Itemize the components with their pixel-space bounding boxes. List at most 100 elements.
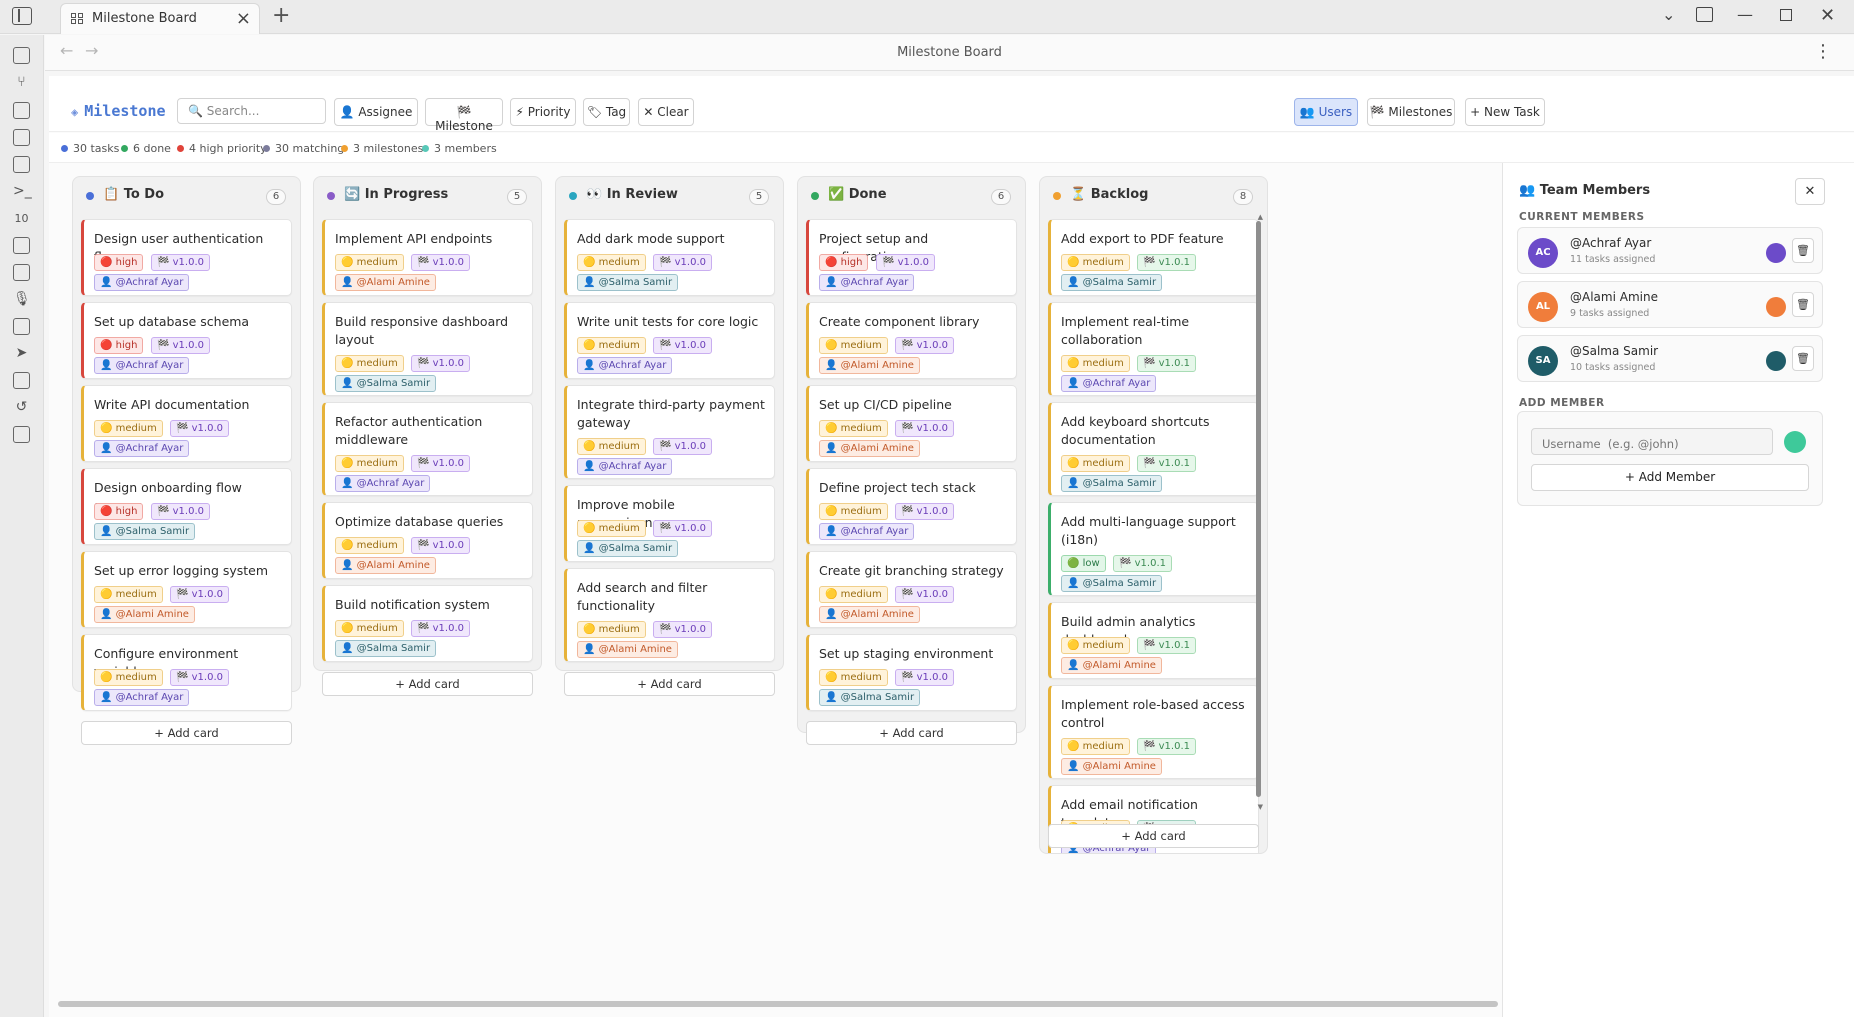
stat-label: 30 matching (275, 142, 345, 155)
maximize-icon[interactable] (1780, 9, 1792, 21)
layout-icon[interactable] (13, 318, 30, 335)
scroll-up-icon[interactable]: ▲ (1258, 213, 1263, 221)
assignee-filter-button[interactable]: 👤 Assignee (334, 98, 418, 126)
column-scrollbar[interactable] (1256, 221, 1261, 797)
assignee-tag: 👤 @Salma Samir (335, 375, 437, 392)
milestone-filter-button[interactable]: 🏁 Milestone (425, 98, 503, 133)
add-card-button[interactable]: + Add card (806, 721, 1017, 745)
microphone-icon[interactable]: 🎙 (13, 291, 31, 308)
task-card[interactable]: Build notification system 🟡 medium 🏁 v1.0.… (322, 585, 533, 662)
document-icon[interactable] (13, 47, 30, 64)
tab-close-icon[interactable]: × (236, 8, 251, 29)
task-card[interactable]: Set up CI/CD pipeline 🟡 medium 🏁 v1.0.0 👤 @… (806, 385, 1017, 462)
task-card[interactable]: Add keyboard shortcuts documentation 🟡 me… (1048, 402, 1259, 496)
users-toggle-button[interactable]: 👥 Users (1294, 98, 1358, 126)
graph-icon[interactable]: ⑂ (13, 74, 30, 91)
milestone-tag-label: v1.0.0 (674, 441, 707, 452)
history-icon[interactable]: ↺ (13, 399, 30, 416)
delete-member-button[interactable]: 🗑 (1792, 238, 1814, 263)
scroll-down-icon[interactable]: ▼ (1258, 803, 1263, 811)
chevron-down-icon[interactable]: ⌄ (1662, 5, 1675, 24)
task-card[interactable]: Set up database schema 🔴 high 🏁 v1.0.0 👤 @A… (81, 302, 292, 379)
priority-tag: 🟡 medium (577, 254, 646, 271)
milestones-toggle-button[interactable]: 🏁 Milestones (1367, 98, 1455, 126)
task-card[interactable]: Configure environment variables🟡 medium🏁… (81, 634, 292, 711)
column-title: 👀 In Review (586, 187, 678, 202)
member-color-swatch[interactable] (1766, 297, 1786, 317)
task-card[interactable]: Set up staging environment 🟡 medium 🏁 v1.0… (806, 634, 1017, 711)
grid-icon[interactable] (13, 102, 30, 119)
new-task-button[interactable]: + New Task (1465, 98, 1545, 126)
priority-tag: 🟡 medium (819, 503, 888, 520)
task-card[interactable]: Improve mobile responsiveness🟡 medium🏁 v… (564, 485, 775, 562)
task-card[interactable]: Add dark mode support 🟡 medium 🏁 v1.0.0 👤 @… (564, 219, 775, 296)
task-card[interactable]: Create component library 🟡 medium 🏁 v1.0.0… (806, 302, 1017, 379)
task-card[interactable]: Write API documentation 🟡 medium 🏁 v1.0.0 👤… (81, 385, 292, 462)
flag-icon: 🏁 (901, 423, 917, 434)
add-card-button[interactable]: + Add card (322, 672, 533, 696)
username-input[interactable] (1531, 428, 1773, 455)
terminal-icon[interactable]: >_ (13, 183, 32, 200)
stat-item: 6 done (121, 142, 171, 155)
tag-filter-button[interactable]: 🏷 Tag (583, 98, 630, 126)
checklist-icon[interactable] (13, 372, 30, 389)
milestone-tag: 🏁 v1.0.0 (653, 337, 713, 354)
stat-item: 3 milestones (341, 142, 423, 155)
list-icon[interactable] (13, 237, 30, 254)
task-card[interactable]: Create git branching strategy 🟡 medium 🏁 v… (806, 551, 1017, 628)
member-color-swatch[interactable] (1766, 351, 1786, 371)
priority-tag-label: medium (115, 672, 157, 683)
task-card[interactable]: Add export to PDF feature 🟡 medium 🏁 v1.0.… (1048, 219, 1259, 296)
user-icon: 👤 (1067, 660, 1083, 671)
priority-filter-button[interactable]: ⚡ Priority (510, 98, 576, 126)
task-card[interactable]: Project setup and configuration🔴 high🏁 v… (806, 219, 1017, 296)
browser-tab[interactable]: Milestone Board × (60, 3, 260, 34)
flag-icon: 🏁 (1143, 358, 1159, 369)
image-icon[interactable] (13, 264, 30, 281)
apps-icon[interactable] (13, 426, 30, 443)
clear-filters-button[interactable]: ✕ Clear (638, 98, 694, 126)
delete-member-button[interactable]: 🗑 (1792, 346, 1814, 371)
more-options-icon[interactable]: ⋮ (1814, 41, 1832, 62)
new-tab-icon[interactable]: + (272, 3, 290, 28)
close-panel-button[interactable]: ✕ (1795, 178, 1825, 205)
horizontal-scrollbar[interactable] (58, 1001, 1498, 1007)
priority-tag: 🟡 medium (335, 254, 404, 271)
stat-dot (263, 145, 270, 152)
sidebar-toggle-icon[interactable] (12, 7, 32, 25)
task-card[interactable]: Implement role-based access control 🟡 med… (1048, 685, 1259, 779)
task-card[interactable]: Build admin analytics dashboard🟡 medium🏁… (1048, 602, 1259, 679)
search-input[interactable]: 🔍 Search... (177, 98, 326, 124)
add-card-button[interactable]: + Add card (564, 672, 775, 696)
minimize-icon[interactable]: — (1737, 5, 1753, 24)
delete-member-button[interactable]: 🗑 (1792, 292, 1814, 317)
window-close-icon[interactable]: ✕ (1820, 5, 1835, 26)
send-icon[interactable]: ➤ (13, 345, 30, 362)
add-card-button[interactable]: + Add card (1048, 824, 1259, 848)
priority-tag: 🟡 medium (1061, 355, 1130, 372)
task-card[interactable]: Implement API endpoints 🟡 medium 🏁 v1.0.0 👤… (322, 219, 533, 296)
task-card[interactable]: Refactor authentication middleware 🟡 medi… (322, 402, 533, 496)
files-icon[interactable] (13, 156, 30, 173)
task-card[interactable]: Build responsive dashboard layout 🟡 mediu… (322, 302, 533, 396)
assignee-tag: 👤 @Alami Amine (335, 557, 436, 574)
calendar-icon[interactable] (13, 129, 30, 146)
milestone-tag: 🏁 v1.0.0 (411, 455, 471, 472)
task-card[interactable]: Design user authentication flow🔴 high🏁 v… (81, 219, 292, 296)
task-card[interactable]: Optimize database queries 🟡 medium 🏁 v1.0.… (322, 502, 533, 579)
task-card[interactable]: Define project tech stack 🟡 medium 🏁 v1.0.… (806, 468, 1017, 545)
task-card[interactable]: Write unit tests for core logic 🟡 medium 🏁… (564, 302, 775, 379)
add-card-button[interactable]: + Add card (81, 721, 292, 745)
task-card[interactable]: Implement real-time collaboration 🟡 mediu… (1048, 302, 1259, 396)
split-view-icon[interactable] (1696, 7, 1713, 22)
task-card[interactable]: Design onboarding flow screens🔴 high🏁 v1… (81, 468, 292, 545)
member-color-swatch[interactable] (1766, 243, 1786, 263)
task-card[interactable]: Add search and filter functionality 🟡 med… (564, 568, 775, 662)
member-color-picker[interactable] (1784, 431, 1806, 453)
priority-dot-icon: 🟢 (1067, 558, 1083, 569)
numbers-icon[interactable]: 10 (13, 210, 30, 227)
add-member-button[interactable]: + Add Member (1531, 464, 1809, 491)
task-card[interactable]: Set up error logging system 🟡 medium 🏁 v1.… (81, 551, 292, 628)
task-card[interactable]: Add multi-language support (i18n) 🟢 low 🏁 … (1048, 502, 1259, 596)
task-card[interactable]: Integrate third-party payment gateway 🟡 m… (564, 385, 775, 479)
